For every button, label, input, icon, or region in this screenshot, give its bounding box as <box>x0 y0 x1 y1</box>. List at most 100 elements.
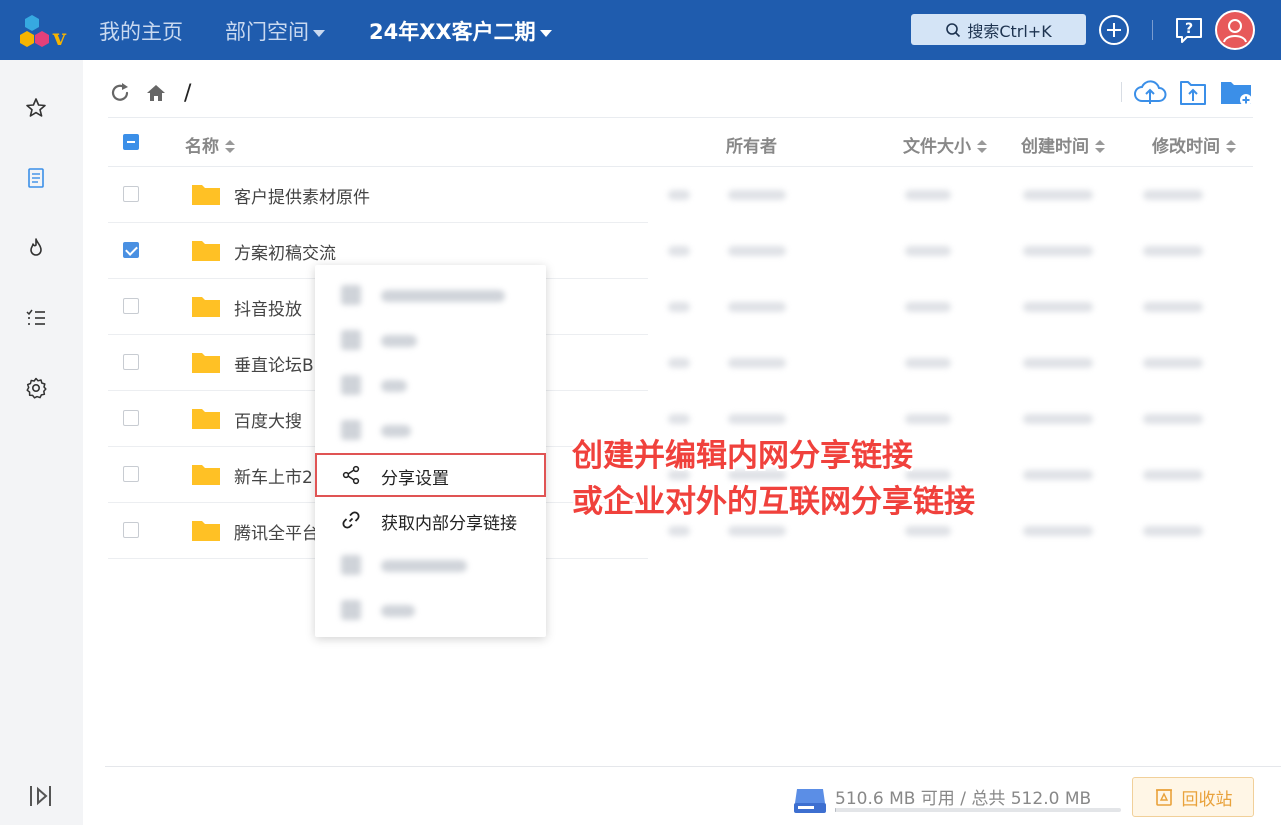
blurred-cell <box>728 526 786 536</box>
callout-line-1: 创建并编辑内网分享链接 <box>572 438 913 474</box>
file-name[interactable]: 客户提供素材原件 <box>234 183 370 208</box>
share-icon <box>342 465 360 485</box>
recycle-bin-button[interactable]: 回收站 <box>1132 777 1254 817</box>
folder-icon <box>192 241 220 261</box>
column-size[interactable]: 文件大小 <box>903 132 987 157</box>
flame-icon[interactable] <box>24 236 48 260</box>
star-icon[interactable] <box>24 96 48 120</box>
breadcrumb: / <box>108 78 191 108</box>
user-avatar[interactable] <box>1215 10 1255 50</box>
new-folder-icon[interactable] <box>1219 76 1253 108</box>
folder-icon <box>192 465 220 485</box>
blurred-cell <box>728 246 786 256</box>
table-header: 名称 所有者 文件大小 创建时间 修改时间 <box>108 117 1253 167</box>
blurred-cell <box>1143 246 1203 256</box>
blurred-icon <box>341 285 361 305</box>
folder-icon <box>192 521 220 541</box>
link-icon <box>342 511 360 529</box>
search-label: 搜索Ctrl+K <box>967 21 1052 41</box>
nav-home[interactable]: 我的主页 <box>99 16 183 46</box>
blurred-cell <box>668 358 690 368</box>
column-owner: 所有者 <box>726 137 777 157</box>
row-checkbox[interactable] <box>123 354 139 370</box>
select-all-checkbox[interactable] <box>123 134 139 150</box>
documents-icon[interactable] <box>24 166 48 190</box>
top-bar: v 我的主页 部门空间 24年XX客户二期 搜索Ctrl+K ? <box>0 0 1281 60</box>
search-button[interactable]: 搜索Ctrl+K <box>911 14 1086 45</box>
blurred-cell <box>905 414 951 424</box>
blurred-cell <box>1143 358 1203 368</box>
menu-item-blurred[interactable] <box>315 363 546 407</box>
folder-icon <box>192 353 220 373</box>
row-checkbox[interactable] <box>123 466 139 482</box>
file-name[interactable]: 腾讯全平台 <box>234 519 319 544</box>
storage-progress-bar <box>835 808 1121 812</box>
blurred-cell <box>668 302 690 312</box>
search-icon <box>946 22 961 37</box>
blurred-icon <box>341 330 361 350</box>
footer-bar: 510.6 MB 可用 / 总共 512.0 MB 回收站 <box>105 766 1281 825</box>
blurred-cell <box>905 246 951 256</box>
blurred-cell <box>1023 358 1093 368</box>
blurred-icon <box>341 420 361 440</box>
menu-item-blurred[interactable] <box>315 543 546 587</box>
blurred-icon <box>341 375 361 395</box>
row-checkbox[interactable] <box>123 186 139 202</box>
app-logo[interactable]: v <box>20 13 76 49</box>
home-icon[interactable] <box>144 81 168 105</box>
blurred-cell <box>668 526 690 536</box>
file-name[interactable]: 垂直论坛B <box>234 351 314 376</box>
blurred-cell <box>905 190 951 200</box>
menu-item-blurred[interactable] <box>315 273 546 317</box>
blurred-label <box>381 560 467 572</box>
menu-item-blurred[interactable] <box>315 318 546 362</box>
file-name[interactable]: 方案初稿交流 <box>234 239 336 264</box>
row-checkbox[interactable] <box>123 410 139 426</box>
nav-department-space[interactable]: 部门空间 <box>225 16 325 46</box>
add-icon[interactable] <box>1098 14 1130 46</box>
svg-text:v: v <box>52 25 67 49</box>
refresh-icon[interactable] <box>108 81 132 105</box>
menu-item-get-internal-link[interactable]: 获取内部分享链接 <box>315 498 546 542</box>
column-modified[interactable]: 修改时间 <box>1152 132 1236 157</box>
file-name[interactable]: 抖音投放 <box>234 295 302 320</box>
blurred-label <box>381 335 417 347</box>
chevron-down-icon <box>313 29 325 37</box>
row-checkbox[interactable] <box>123 242 139 258</box>
breadcrumb-path[interactable]: / <box>184 81 191 106</box>
nav-project[interactable]: 24年XX客户二期 <box>369 16 552 46</box>
blurred-label <box>381 605 415 617</box>
column-created[interactable]: 创建时间 <box>1021 132 1105 157</box>
user-icon <box>1223 19 1247 43</box>
blurred-cell <box>1143 526 1203 536</box>
folder-icon <box>192 185 220 205</box>
help-icon[interactable]: ? <box>1173 14 1205 46</box>
blurred-cell <box>1143 470 1203 480</box>
folder-icon <box>192 409 220 429</box>
column-name[interactable]: 名称 <box>185 132 235 157</box>
blurred-cell <box>1023 246 1093 256</box>
sort-icon <box>225 140 235 154</box>
row-checkbox[interactable] <box>123 522 139 538</box>
blurred-label <box>381 380 407 392</box>
folder-icon <box>192 297 220 317</box>
sidebar <box>0 60 83 825</box>
nav-project-label: 24年XX客户二期 <box>369 20 536 44</box>
blurred-cell <box>728 190 786 200</box>
toolbar-divider <box>1121 82 1122 102</box>
menu-item-share-settings[interactable]: 分享设置 <box>315 453 546 497</box>
menu-item-blurred[interactable] <box>315 588 546 632</box>
sidebar-collapse-icon[interactable] <box>28 783 54 809</box>
row-checkbox[interactable] <box>123 298 139 314</box>
gear-icon[interactable] <box>24 376 48 400</box>
table-row[interactable]: 客户提供素材原件 <box>108 167 648 223</box>
callout-line-2: 或企业对外的互联网分享链接 <box>572 484 975 520</box>
file-name[interactable]: 新车上市2 <box>234 463 313 488</box>
upload-folder-icon[interactable] <box>1178 76 1208 108</box>
file-name[interactable]: 百度大搜 <box>234 407 302 432</box>
menu-item-label: 获取内部分享链接 <box>381 514 517 534</box>
menu-item-blurred[interactable] <box>315 408 546 452</box>
task-list-icon[interactable] <box>24 306 48 330</box>
upload-cloud-icon[interactable] <box>1133 76 1167 108</box>
blurred-cell <box>668 414 690 424</box>
